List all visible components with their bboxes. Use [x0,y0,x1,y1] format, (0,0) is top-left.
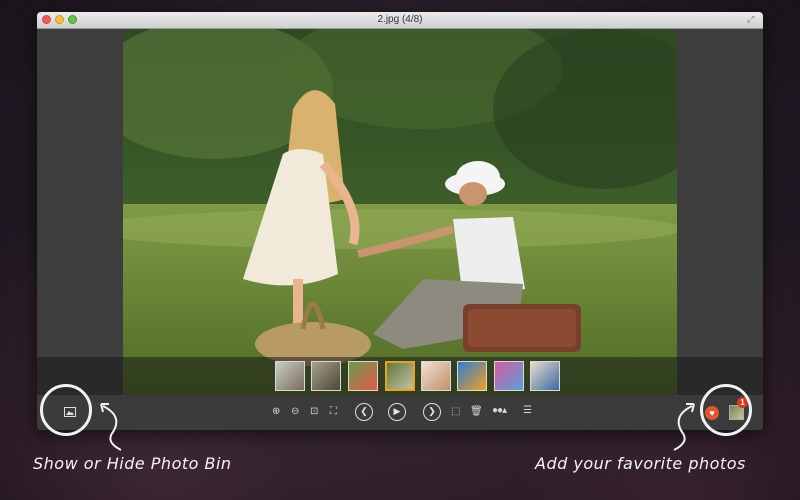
trash-icon[interactable]: 🗑 [470,406,483,418]
fit-to-window-icon[interactable]: ⊡ [310,406,318,418]
left-arrow-icon [100,403,122,451]
viewer-window: 2.jpg (4/8) ⤢ ⊕ ⊖ ⊡ ⛶ ❮ ▶ ❯ ⬚ 🗑 ●●▴ ☰ ♥ … [37,12,763,430]
play-icon[interactable]: ▶ [388,403,406,421]
favorites-highlight-circle [700,384,752,436]
more-icon[interactable]: ●●▴ [492,405,507,417]
fullscreen-icon[interactable]: ⤢ [747,14,757,24]
viewer-toolbar: ⊕ ⊖ ⊡ ⛶ ❮ ▶ ❯ ⬚ 🗑 ●●▴ ☰ ♥ 1 [37,395,763,430]
previous-icon[interactable]: ❮ [355,403,373,421]
thumbnail-7[interactable] [494,361,524,391]
actual-size-icon[interactable]: ⛶ [330,406,337,418]
thumbnail-3[interactable] [348,361,378,391]
thumbnail-2[interactable] [311,361,341,391]
thumbnail-5[interactable] [421,361,451,391]
caption-photo-bin: Show or Hide Photo Bin [33,454,232,473]
photo-bin-highlight-circle [40,384,92,436]
next-icon[interactable]: ❯ [423,403,441,421]
crop-icon[interactable]: ⬚ [451,406,460,418]
list-icon[interactable]: ☰ [523,405,532,417]
thumbnail-1[interactable] [275,361,305,391]
zoom-out-icon[interactable]: ⊖ [291,406,299,418]
window-title: 2.jpg (4/8) [377,14,423,25]
thumbnail-8[interactable] [530,361,560,391]
title-bar: 2.jpg (4/8) ⤢ [37,12,763,29]
photo-image [123,29,677,395]
right-arrow-icon [673,403,695,451]
main-photo [123,29,677,395]
thumbnail-6[interactable] [457,361,487,391]
caption-favorites: Add your favorite photos [535,454,746,473]
thumbnail-4[interactable] [385,361,415,391]
photo-bin [37,357,763,395]
zoom-in-icon[interactable]: ⊕ [272,406,280,418]
